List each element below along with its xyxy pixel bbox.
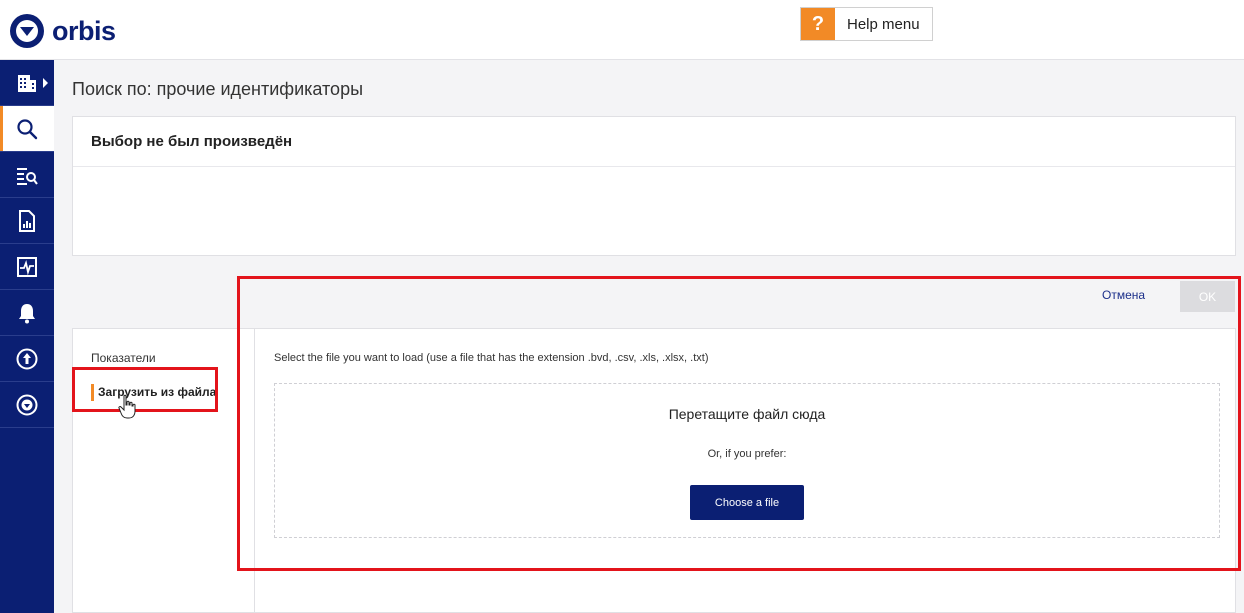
hand-cursor-icon (118, 394, 136, 419)
bell-icon (19, 303, 35, 323)
sidebar-item-upload[interactable] (0, 336, 54, 382)
logo-text: orbis (52, 15, 116, 46)
sidebar-item-orbis[interactable] (0, 382, 54, 428)
orbis-logo[interactable]: orbis (10, 14, 116, 48)
list-search-icon (17, 167, 38, 185)
dropzone-title: Перетащите файл сюда (668, 406, 826, 422)
menu-item-load-from-file[interactable]: Загрузить из файла (91, 384, 216, 401)
upload-instruction: Select the file you want to load (use a … (274, 352, 709, 364)
upload-panel: Select the file you want to load (use a … (254, 328, 1236, 613)
top-bar: orbis ? Help menu (0, 0, 1244, 60)
orbis-circle-icon (16, 394, 38, 415)
selection-heading: Выбор не был произведён (73, 117, 1235, 167)
sidebar (0, 60, 54, 613)
cancel-link[interactable]: Отмена (1102, 288, 1145, 302)
dropzone-or-text: Or, if you prefer: (707, 448, 787, 460)
sidebar-item-companies[interactable] (0, 60, 54, 106)
help-menu-button[interactable]: ? Help menu (800, 7, 933, 41)
file-dropzone[interactable]: Перетащите файл сюда Or, if you prefer: … (274, 383, 1220, 538)
sidebar-item-search[interactable] (0, 106, 54, 152)
submenu-arrow-icon (43, 78, 48, 88)
menu-item-indicators[interactable]: Показатели (91, 351, 156, 365)
search-icon (17, 118, 38, 139)
choose-file-button[interactable]: Choose a file (690, 485, 804, 520)
activity-icon (17, 256, 37, 277)
upload-circle-icon (16, 348, 38, 369)
orbis-logo-icon (10, 14, 44, 48)
sidebar-item-alerts[interactable] (0, 290, 54, 336)
selection-card: Выбор не был произведён (72, 116, 1236, 256)
building-icon (18, 74, 36, 92)
action-bar (72, 278, 1236, 328)
help-menu-label: Help menu (847, 15, 920, 33)
sidebar-item-activity[interactable] (0, 244, 54, 290)
criteria-menu: Показатели Загрузить из файла (72, 328, 254, 613)
sidebar-item-list-search[interactable] (0, 152, 54, 198)
sidebar-item-reports[interactable] (0, 198, 54, 244)
page-title: Поиск по: прочие идентификаторы (72, 79, 364, 99)
ok-button[interactable]: OK (1180, 281, 1235, 312)
help-question-icon: ? (801, 8, 835, 40)
report-icon (19, 209, 35, 232)
